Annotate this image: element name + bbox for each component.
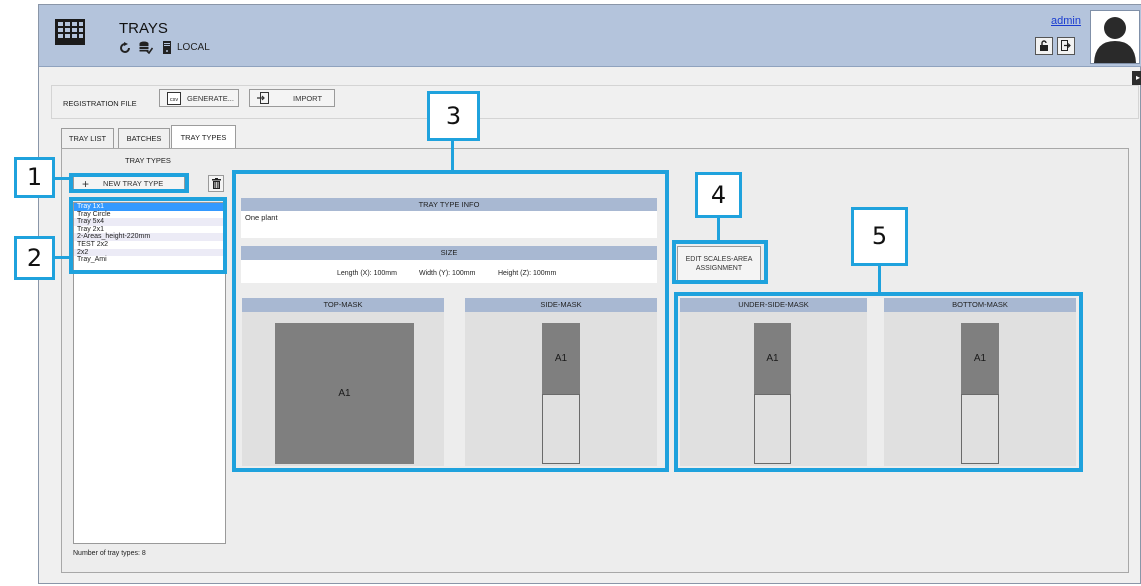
registration-file-label: REGISTRATION FILE [63,99,137,108]
app-title: TRAYS [119,20,168,37]
callout-1-highlight [69,173,189,193]
callout-2-number: 2 [14,236,55,280]
import-label: IMPORT [293,93,323,103]
unlock-icon [1040,40,1048,51]
tray-types-heading: TRAY TYPES [125,156,171,165]
collapse-panel-icon[interactable]: ▸ [1132,71,1141,85]
callout-3-connector [451,141,454,170]
tray-grid-icon [55,19,85,45]
callout-2-highlight [69,197,227,274]
generate-button[interactable]: csv GENERATE... [159,89,239,107]
callout-3-number: 3 [427,91,480,141]
csv-icon-text: csv [170,97,179,103]
callout-1-connector [55,177,69,180]
trash-icon [211,178,221,189]
callout-5-connector [878,266,881,292]
tray-types-count: Number of tray types: 8 [73,550,146,557]
connection-mode: LOCAL [177,42,210,53]
delete-tray-type-button[interactable] [208,175,224,192]
tab-tray-list[interactable]: TRAY LIST [61,128,114,148]
logout-icon [1061,40,1071,51]
callout-1-number: 1 [14,157,55,198]
user-avatar-icon [1094,17,1136,63]
callout-4-highlight [672,240,768,284]
callout-5-highlight [674,292,1083,472]
logout-button[interactable] [1057,37,1075,55]
callout-4-number: 4 [695,172,742,218]
unlock-button[interactable] [1035,37,1053,55]
refresh-icon[interactable] [119,42,131,54]
callout-5-number: 5 [851,207,908,266]
user-avatar[interactable] [1090,10,1140,64]
admin-user-link[interactable]: admin [1051,15,1081,27]
registration-file-bar: REGISTRATION FILE csv GENERATE... IMPORT [51,85,1139,119]
callout-4-connector [717,218,720,240]
callout-3-highlight [232,170,669,472]
tab-batches[interactable]: BATCHES [118,128,170,148]
app-header: TRAYS LOCAL admin [39,5,1141,67]
server-icon [163,41,171,54]
csv-file-icon: csv [167,91,181,105]
generate-label: GENERATE... [187,93,234,103]
import-icon [257,92,269,104]
callout-2-connector [55,256,69,259]
tab-tray-types[interactable]: TRAY TYPES [171,125,236,149]
database-check-icon[interactable] [139,41,153,54]
import-button[interactable]: IMPORT [249,89,335,107]
